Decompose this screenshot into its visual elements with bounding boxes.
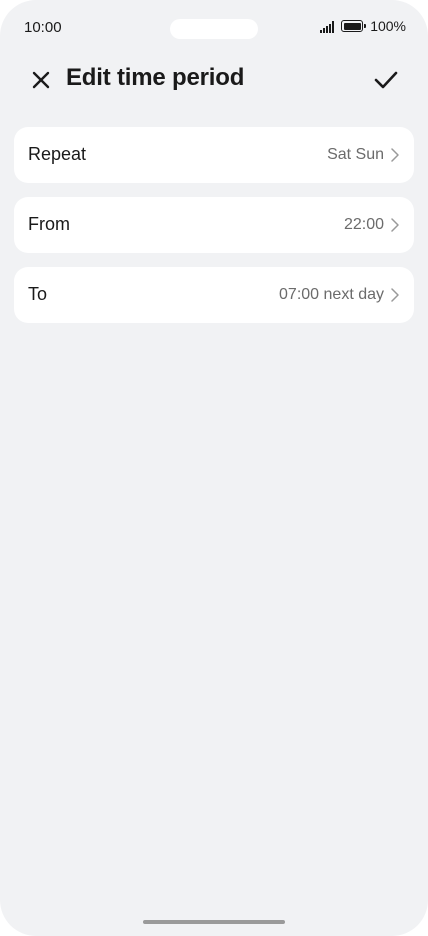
status-time: 10:00 bbox=[24, 19, 62, 36]
home-indicator[interactable] bbox=[143, 920, 285, 924]
page-header: Edit time period bbox=[0, 58, 428, 104]
close-icon bbox=[32, 71, 50, 89]
battery-level: 100% bbox=[370, 18, 406, 34]
from-value: 22:00 bbox=[343, 216, 384, 233]
to-label: To bbox=[28, 284, 48, 304]
from-label: From bbox=[28, 214, 70, 234]
close-button[interactable] bbox=[28, 67, 54, 93]
to-value: 07:00 next day bbox=[279, 286, 384, 303]
from-value-group: 22:00 bbox=[344, 197, 400, 253]
to-setting-row[interactable]: To 07:00 next day bbox=[14, 267, 414, 323]
chevron-right-icon bbox=[391, 288, 399, 302]
repeat-value-group: Sat Sun bbox=[327, 127, 400, 183]
chevron-right-icon bbox=[391, 218, 399, 232]
repeat-value: Sat Sun bbox=[327, 146, 384, 163]
phone-screen: 10:00 100% Edit time period Repeat Sat S… bbox=[0, 0, 428, 936]
signal-icon bbox=[320, 20, 335, 33]
chevron-right-icon bbox=[391, 148, 399, 162]
checkmark-icon bbox=[374, 71, 398, 89]
camera-cutout bbox=[170, 19, 258, 39]
to-value-group: 07:00 next day bbox=[279, 267, 400, 323]
repeat-setting-row[interactable]: Repeat Sat Sun bbox=[14, 127, 414, 183]
from-setting-row[interactable]: From 22:00 bbox=[14, 197, 414, 253]
status-bar: 10:00 100% bbox=[0, 0, 428, 58]
page-title: Edit time period bbox=[66, 64, 245, 91]
confirm-button[interactable] bbox=[372, 66, 400, 94]
battery-icon bbox=[341, 20, 367, 32]
status-indicators: 100% bbox=[320, 18, 406, 34]
repeat-label: Repeat bbox=[28, 144, 87, 164]
